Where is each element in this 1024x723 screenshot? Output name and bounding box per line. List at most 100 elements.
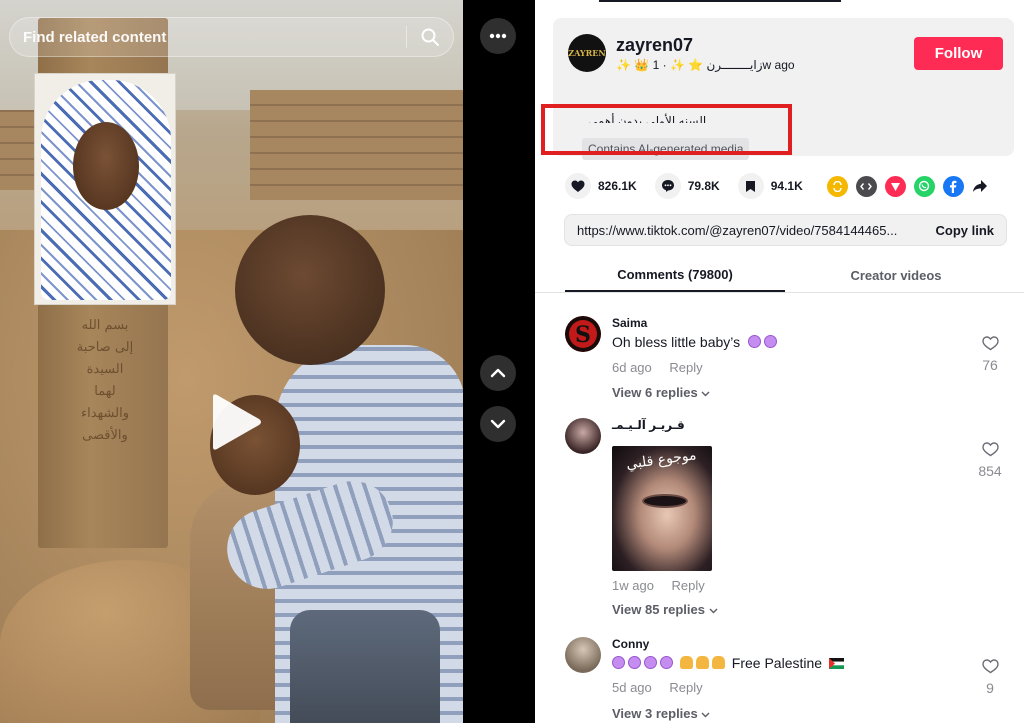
share-arrow-icon[interactable] <box>972 179 988 193</box>
copy-link-button[interactable]: Copy link <box>921 223 1006 238</box>
embed-icon[interactable] <box>855 175 877 197</box>
view-replies-button[interactable]: View 6 replies <box>612 385 710 400</box>
comment-age: 1w ago <box>612 578 654 593</box>
view-replies-button[interactable]: View 3 replies <box>612 706 710 721</box>
avatar[interactable] <box>565 418 601 454</box>
facebook-icon[interactable] <box>942 175 964 197</box>
chevron-down-icon <box>701 706 710 721</box>
comment-age: 5d ago <box>612 680 652 695</box>
child-hair <box>235 215 385 365</box>
sticker-eye <box>642 494 688 508</box>
portrait-photo <box>34 73 176 305</box>
inscription-line: السيدة <box>86 362 124 377</box>
tab-comments[interactable]: Comments (79800) <box>565 258 785 292</box>
author-display-name[interactable]: ✨ 👑 زايــــــــرن ⭐ ✨ <box>616 58 763 72</box>
mud-wall <box>250 90 463 200</box>
crying-emoji-icon <box>744 334 780 350</box>
video-player[interactable]: بسم الله إلى صاحبة السيدة لهما والشهداء … <box>0 0 463 723</box>
comment-author[interactable]: Saima <box>612 316 647 330</box>
comment-like-count: 76 <box>982 357 998 373</box>
avatar-logo-text: ZAYREN <box>568 48 606 58</box>
search-icon[interactable] <box>407 17 453 57</box>
repost-icon[interactable] <box>826 175 848 197</box>
comment-count: 79.8K <box>687 179 720 193</box>
view-replies-label: View 3 replies <box>612 706 698 721</box>
tab-bar: Comments (79800) Creator videos <box>535 258 1024 293</box>
chevron-down-icon <box>709 602 718 617</box>
comment-action[interactable]: 79.8K <box>654 173 720 199</box>
like-count: 826.1K <box>598 179 637 193</box>
view-replies-button[interactable]: View 85 replies <box>612 602 718 617</box>
share-icons <box>826 175 988 197</box>
avatar[interactable]: S <box>565 316 601 352</box>
comment-like[interactable]: 854 <box>975 442 1005 479</box>
crying-emoji-icon <box>612 655 676 671</box>
comment-text: Free Palestine <box>612 655 845 672</box>
whatsapp-icon[interactable] <box>913 175 935 197</box>
praying-hands-icon <box>679 655 728 671</box>
chevron-down-icon[interactable] <box>480 406 516 442</box>
comment-meta: 6d ago Reply <box>612 360 703 375</box>
action-bar: 826.1K 79.8K 94.1K <box>565 173 1015 199</box>
inscription-line: إلى صاحبة <box>76 340 134 355</box>
sticker-caption: موجوع قلبي <box>625 447 698 473</box>
inscription-line: والأقصى <box>82 428 128 443</box>
comment-meta: 1w ago Reply <box>612 578 705 593</box>
heart-outline-icon[interactable] <box>981 659 999 678</box>
heart-outline-icon[interactable] <box>981 442 999 461</box>
grave-inscription: بسم الله إلى صاحبة السيدة لهما والشهداء … <box>50 315 160 447</box>
comment-sticker-image[interactable]: موجوع قلبي <box>612 446 712 571</box>
comment-age: 6d ago <box>612 360 652 375</box>
more-options-icon[interactable] <box>480 18 516 54</box>
reply-button[interactable]: Reply <box>669 680 702 695</box>
search-input[interactable]: Find related content <box>23 29 406 46</box>
comment-text-body: Oh bless little baby’s <box>612 334 741 350</box>
reply-button[interactable]: Reply <box>669 360 702 375</box>
share-url[interactable]: https://www.tiktok.com/@zayren07/video/7… <box>577 223 921 238</box>
chevron-up-icon[interactable] <box>480 355 516 391</box>
comment-item: قـريـر آلـيـمـ موجوع قلبي 1w ago Reply V… <box>565 418 1005 623</box>
comment-item: S Saima Oh bless little baby’s 6d ago Re… <box>565 316 1005 406</box>
follow-button[interactable]: Follow <box>914 37 1003 70</box>
bookmark-icon[interactable] <box>737 173 764 199</box>
comment-like-count: 9 <box>986 680 994 696</box>
highlight-box <box>541 104 792 155</box>
send-icon[interactable] <box>884 175 906 197</box>
comment-like[interactable]: 76 <box>975 336 1005 373</box>
author-username[interactable]: zayren07 <box>616 35 693 56</box>
like-action[interactable]: 826.1K <box>565 173 637 199</box>
play-icon[interactable] <box>205 391 263 453</box>
comment-author[interactable]: Conny <box>612 637 649 651</box>
reply-button[interactable]: Reply <box>672 578 705 593</box>
inscription-line: والشهداء <box>81 406 129 421</box>
inscription-line: لهما <box>94 384 116 399</box>
inscription-line: بسم الله <box>81 318 129 333</box>
child-pants <box>290 610 440 723</box>
comment-item: Conny Free Palestine 5d ago Reply View 3… <box>565 637 1005 723</box>
comment-icon[interactable] <box>654 173 681 199</box>
save-count: 94.1K <box>770 179 803 193</box>
heart-icon[interactable] <box>565 173 591 199</box>
comment-like[interactable]: 9 <box>975 659 1005 696</box>
details-panel: ZAYREN zayren07 ✨ 👑 زايــــــــرن ⭐ ✨ · … <box>535 0 1024 723</box>
svg-text:S: S <box>575 322 591 348</box>
comment-author[interactable]: قـريـر آلـيـمـ <box>612 418 685 432</box>
avatar[interactable] <box>565 637 601 673</box>
palestine-flag-icon <box>828 656 845 672</box>
top-divider <box>599 0 841 2</box>
avatar[interactable]: ZAYREN <box>568 34 606 72</box>
comment-text: Oh bless little baby’s <box>612 334 780 350</box>
tab-creator-videos[interactable]: Creator videos <box>785 258 1007 292</box>
video-nav-column <box>463 0 535 723</box>
comment-meta: 5d ago Reply <box>612 680 703 695</box>
search-bar[interactable]: Find related content <box>9 17 454 57</box>
portrait-face <box>73 122 139 210</box>
save-action[interactable]: 94.1K <box>737 173 803 199</box>
heart-outline-icon[interactable] <box>981 336 999 355</box>
chevron-down-icon <box>701 385 710 400</box>
author-subline: ✨ 👑 زايــــــــرن ⭐ ✨ · 1w ago <box>616 58 795 72</box>
share-link-box: https://www.tiktok.com/@zayren07/video/7… <box>564 214 1007 246</box>
view-replies-label: View 85 replies <box>612 602 705 617</box>
view-replies-label: View 6 replies <box>612 385 698 400</box>
comment-like-count: 854 <box>978 463 1002 479</box>
